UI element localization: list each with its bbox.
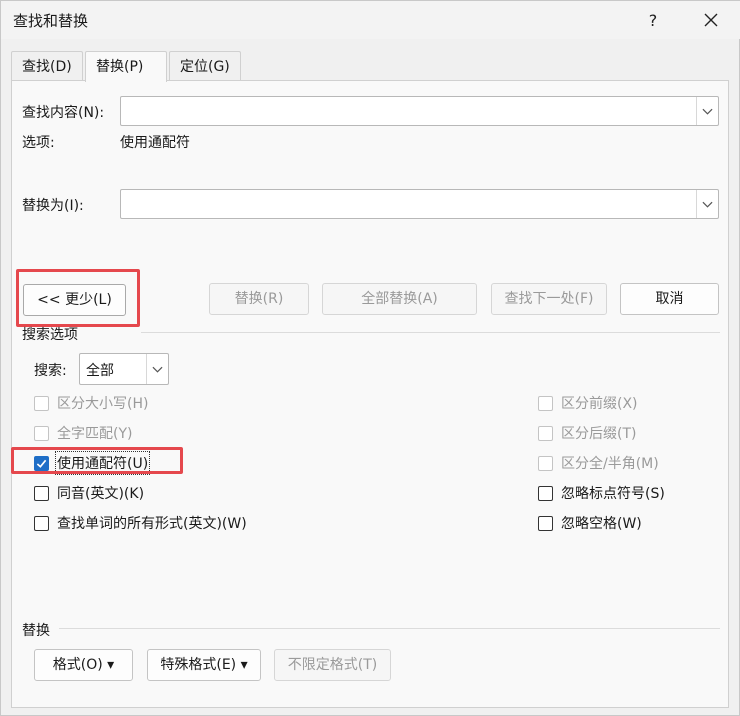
checkbox-box — [34, 515, 49, 531]
special-format-button[interactable]: 特殊格式(E) ▾ — [147, 649, 261, 681]
tab-replace[interactable]: 替换(P) — [85, 51, 167, 82]
find-dropdown-button[interactable] — [696, 97, 718, 125]
help-button[interactable]: ? — [640, 7, 666, 33]
checkbox-box — [538, 395, 553, 411]
checkbox-label: 使用通配符(U) — [54, 451, 151, 475]
window-title: 查找和替换 — [13, 12, 89, 30]
checkbox-label: 查找单词的所有形式(英文)(W) — [57, 516, 247, 532]
checkbox-match-suffix[interactable]: 区分后缀(T) — [538, 423, 636, 443]
checkbox-label: 忽略标点符号(S) — [561, 486, 665, 502]
chevron-down-icon — [152, 366, 163, 373]
checkmark-icon — [36, 459, 47, 468]
replace-label: 替换为(I): — [22, 198, 84, 214]
checkbox-box — [34, 425, 49, 441]
checkbox-box — [34, 395, 49, 411]
search-scope-label: 搜索: — [34, 363, 67, 379]
checkbox-label: 忽略空格(W) — [561, 516, 642, 532]
checkbox-label: 区分全/半角(M) — [561, 456, 659, 472]
title-bar: 查找和替换 ? — [1, 1, 740, 39]
find-replace-dialog: 查找和替换 ? 查找(D) 替换(P) 定位(G) 查找内容(N): 选项: 使… — [0, 0, 740, 716]
chevron-down-icon — [702, 201, 713, 208]
checkbox-box — [538, 425, 553, 441]
help-label: ? — [648, 10, 658, 30]
checkbox-box — [538, 485, 553, 501]
search-scope-dropdown[interactable] — [146, 354, 168, 384]
format-button[interactable]: 格式(O) ▾ — [34, 649, 133, 681]
replace-input[interactable] — [120, 189, 719, 219]
find-label: 查找内容(N): — [22, 105, 105, 121]
search-options-title: 搜索选项 — [22, 327, 78, 343]
checkbox-box — [538, 515, 553, 531]
checkbox-box — [34, 455, 49, 471]
less-button[interactable]: << 更少(L) — [23, 284, 126, 316]
checkbox-match-case[interactable]: 区分大小写(H) — [34, 393, 148, 413]
options-label: 选项: — [22, 135, 55, 151]
checkbox-match-width[interactable]: 区分全/半角(M) — [538, 453, 659, 473]
replace-button[interactable]: 替换(R) — [209, 283, 309, 315]
tab-replace-label: 替换(P) — [96, 59, 144, 75]
tab-find[interactable]: 查找(D) — [11, 51, 83, 81]
find-input[interactable] — [120, 96, 719, 126]
checkbox-label: 区分大小写(H) — [57, 396, 149, 412]
tab-find-label: 查找(D) — [22, 59, 72, 75]
checkbox-label: 全字匹配(Y) — [57, 426, 133, 442]
checkbox-ignore-spaces[interactable]: 忽略空格(W) — [538, 513, 642, 533]
checkbox-label: 区分后缀(T) — [561, 426, 637, 442]
checkbox-box — [538, 455, 553, 471]
find-next-button[interactable]: 查找下一处(F) — [491, 283, 607, 315]
checkbox-ignore-punctuation[interactable]: 忽略标点符号(S) — [538, 483, 665, 503]
no-formatting-button[interactable]: 不限定格式(T) — [274, 649, 391, 681]
checkbox-label: 同音(英文)(K) — [57, 486, 145, 502]
checkbox-match-prefix[interactable]: 区分前缀(X) — [538, 393, 638, 413]
replace-section-title: 替换 — [22, 623, 50, 639]
chevron-down-icon — [702, 108, 713, 115]
replace-all-button[interactable]: 全部替换(A) — [322, 283, 477, 315]
checkbox-whole-word[interactable]: 全字匹配(Y) — [34, 423, 132, 443]
options-value: 使用通配符 — [120, 135, 190, 151]
search-options-divider — [141, 332, 720, 333]
checkbox-box — [34, 485, 49, 501]
close-icon — [704, 13, 718, 27]
cancel-button[interactable]: 取消 — [620, 283, 719, 315]
search-scope-value: 全部 — [86, 363, 114, 379]
replace-section-divider — [59, 628, 720, 629]
checkbox-sounds-like[interactable]: 同音(英文)(K) — [34, 483, 144, 503]
search-scope-select[interactable]: 全部 — [79, 353, 169, 385]
checkbox-all-word-forms[interactable]: 查找单词的所有形式(英文)(W) — [34, 513, 247, 533]
checkbox-use-wildcards[interactable]: 使用通配符(U) — [34, 451, 151, 475]
tab-goto[interactable]: 定位(G) — [169, 51, 241, 81]
replace-dropdown-button[interactable] — [696, 190, 718, 218]
checkbox-label: 区分前缀(X) — [561, 396, 638, 412]
tab-goto-label: 定位(G) — [180, 59, 230, 75]
close-button[interactable] — [698, 7, 724, 33]
